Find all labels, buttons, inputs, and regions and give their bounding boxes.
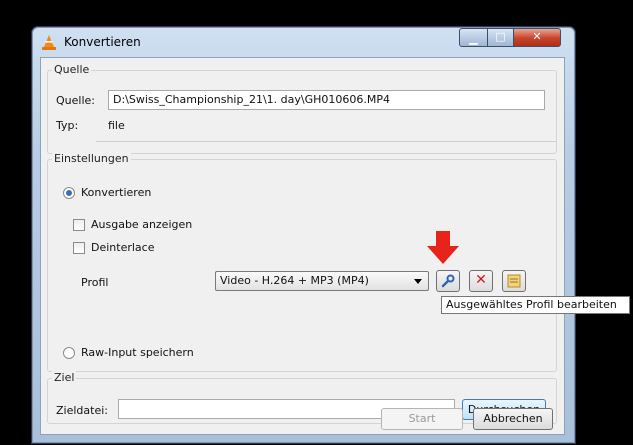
raw-input-label: Raw-Input speichern — [81, 346, 194, 359]
target-file-label: Zieldatei: — [56, 404, 108, 417]
wrench-icon — [441, 274, 455, 288]
red-x-icon: ✕ — [475, 272, 487, 288]
minimize-icon: ▁ — [469, 32, 478, 45]
settings-group: Einstellungen Konvertieren Ausgabe anzei… — [47, 152, 557, 372]
maximize-icon: □ — [495, 30, 506, 43]
type-label: Typ: — [56, 119, 79, 132]
source-label: Quelle: — [56, 94, 95, 107]
source-path-field[interactable]: D:\Swiss_Championship_21\1. day\GH010606… — [108, 90, 545, 110]
profile-select-value: Video - H.264 + MP3 (MP4) — [220, 274, 369, 287]
convert-label: Konvertieren — [81, 186, 152, 199]
raw-input-radio[interactable] — [63, 347, 75, 359]
maximize-button[interactable]: □ — [487, 28, 514, 47]
convert-dialog: Konvertieren ▁ □ ✕ Quelle Quelle: D:\Swi… — [31, 26, 576, 444]
deinterlace-checkbox[interactable] — [73, 242, 85, 254]
convert-radio[interactable] — [63, 187, 75, 199]
close-button[interactable]: ✕ — [513, 28, 561, 47]
show-output-label: Ausgabe anzeigen — [91, 218, 193, 231]
edit-profile-button[interactable] — [436, 270, 460, 292]
source-divider — [96, 141, 556, 142]
profile-select[interactable]: Video - H.264 + MP3 (MP4) — [215, 271, 429, 291]
close-icon: ✕ — [532, 30, 542, 43]
target-group-title: Ziel — [52, 371, 77, 384]
start-button[interactable]: Start — [381, 408, 463, 430]
new-profile-icon — [507, 274, 521, 288]
red-arrow-icon — [427, 231, 459, 264]
profile-label: Profil — [81, 276, 109, 289]
source-group: Quelle Quelle: D:\Swiss_Championship_21\… — [47, 63, 557, 154]
settings-group-title: Einstellungen — [52, 152, 131, 165]
minimize-button[interactable]: ▁ — [459, 28, 488, 47]
title-bar[interactable]: Konvertieren ▁ □ ✕ — [32, 27, 575, 57]
edit-profile-tooltip: Ausgewähltes Profil bearbeiten — [441, 296, 630, 314]
window-title: Konvertieren — [64, 35, 141, 49]
new-profile-button[interactable] — [502, 270, 526, 292]
type-value: file — [108, 119, 125, 132]
deinterlace-label: Deinterlace — [91, 241, 155, 254]
show-output-checkbox[interactable] — [73, 219, 85, 231]
source-group-title: Quelle — [52, 63, 92, 76]
delete-profile-button[interactable]: ✕ — [469, 270, 493, 292]
chevron-down-icon — [414, 279, 422, 284]
cancel-button[interactable]: Abbrechen — [473, 408, 553, 430]
traffic-cone-icon — [42, 35, 56, 50]
dialog-body: Quelle Quelle: D:\Swiss_Championship_21\… — [40, 57, 565, 435]
